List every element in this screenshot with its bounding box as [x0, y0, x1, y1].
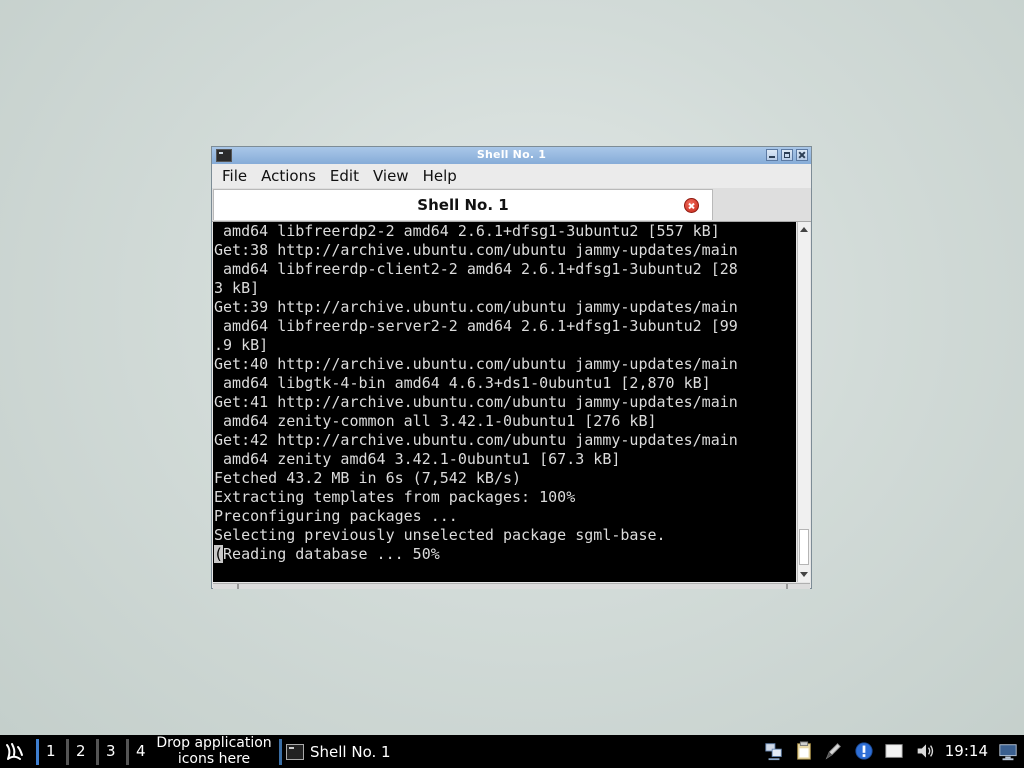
terminal-line: 3 kB]	[214, 279, 260, 297]
taskbar-task-shell-1[interactable]: Shell No. 1	[286, 739, 391, 765]
desktop-3-label: 3	[106, 742, 116, 760]
window-titlebar[interactable]: Shell No. 1	[212, 147, 811, 165]
terminal-line: Selecting previously unselected package …	[214, 526, 666, 544]
scroll-thumb[interactable]	[799, 529, 809, 565]
terminal-line: amd64 libfreerdp2-2 amd64 2.6.1+dfsg1-3u…	[214, 222, 720, 240]
menu-edit[interactable]: Edit	[323, 164, 366, 189]
terminal-task-icon	[286, 744, 304, 760]
scroll-down-arrow-icon[interactable]	[798, 568, 810, 581]
terminal-cursor: (	[214, 545, 224, 563]
terminal-line: Fetched 43.2 MB in 6s (7,542 kB/s)	[214, 469, 522, 487]
terminal-line: amd64 libfreerdp-server2-2 amd64 2.6.1+d…	[214, 317, 738, 335]
menubar: File Actions Edit View Help	[212, 164, 811, 189]
desktop-1-button[interactable]: 1	[36, 739, 64, 765]
launcher-drop-zone[interactable]: Drop application icons here	[150, 735, 278, 767]
vertical-scrollbar[interactable]	[797, 222, 810, 582]
menu-help[interactable]: Help	[416, 164, 464, 189]
scroll-up-arrow-icon[interactable]	[798, 223, 810, 236]
terminal-line: Get:41 http://archive.ubuntu.com/ubuntu …	[214, 393, 738, 411]
terminal-line: Extracting templates from packages: 100%	[214, 488, 576, 506]
terminal-output[interactable]: amd64 libfreerdp2-2 amd64 2.6.1+dfsg1-3u…	[213, 222, 796, 582]
desktop-2-label: 2	[76, 742, 86, 760]
tab-shell-1[interactable]: Shell No. 1	[213, 189, 713, 220]
terminal-line: Get:39 http://archive.ubuntu.com/ubuntu …	[214, 298, 738, 316]
terminal-current-text: Reading database ... 50%	[223, 545, 440, 563]
terminal-line: amd64 zenity amd64 3.42.1-0ubuntu1 [67.3…	[214, 450, 621, 468]
desktop-2-button[interactable]: 2	[66, 739, 94, 765]
tab-bar: Shell No. 1	[212, 188, 811, 222]
pen-icon[interactable]	[823, 741, 843, 761]
terminal-window[interactable]: Shell No. 1 File Actions Edit View Help …	[211, 146, 812, 589]
tab-close-icon[interactable]	[684, 198, 699, 213]
taskbar: 1 2 3 4 Drop application icons here Shel…	[0, 735, 1024, 768]
menu-view[interactable]: View	[366, 164, 416, 189]
terminal-line: amd64 libgtk-4-bin amd64 4.6.3+ds1-0ubun…	[214, 374, 711, 392]
terminal-line: amd64 zenity-common all 3.42.1-0ubuntu1 …	[214, 412, 657, 430]
maximize-button[interactable]	[781, 149, 793, 161]
terminal-line: Get:42 http://archive.ubuntu.com/ubuntu …	[214, 431, 738, 449]
blank-window-icon[interactable]	[884, 741, 904, 761]
taskbar-separator	[279, 739, 282, 765]
drop-text-line2: icons here	[177, 751, 251, 767]
close-window-button[interactable]	[796, 149, 808, 161]
terminal-line: .9 kB]	[214, 336, 269, 354]
clock[interactable]: 19:14	[945, 742, 988, 760]
task-label: Shell No. 1	[310, 743, 391, 761]
update-notifier-icon[interactable]	[854, 741, 874, 761]
display-icon[interactable]	[998, 742, 1018, 762]
start-menu-icon[interactable]	[2, 739, 28, 765]
drop-text-line1: Drop application	[156, 735, 272, 751]
terminal-line: amd64 libfreerdp-client2-2 amd64 2.6.1+d…	[214, 260, 738, 278]
tab-label: Shell No. 1	[417, 196, 509, 214]
menu-file[interactable]: File	[215, 164, 254, 189]
clipboard-icon[interactable]	[794, 741, 814, 761]
window-title: Shell No. 1	[476, 148, 547, 161]
terminal-line: Get:38 http://archive.ubuntu.com/ubuntu …	[214, 241, 738, 259]
terminal-current-line: (Reading database ... 50%	[214, 545, 796, 564]
minimize-button[interactable]	[766, 149, 778, 161]
terminal-line: Get:40 http://archive.ubuntu.com/ubuntu …	[214, 355, 738, 373]
network-icon[interactable]	[764, 741, 784, 761]
desktop-4-label: 4	[136, 742, 146, 760]
volume-icon[interactable]	[916, 741, 936, 761]
desktop-3-button[interactable]: 3	[96, 739, 124, 765]
desktop-1-label: 1	[46, 742, 56, 760]
terminal-line: Preconfiguring packages ...	[214, 507, 458, 525]
window-bottom-edge	[213, 583, 810, 589]
menu-actions[interactable]: Actions	[254, 164, 323, 189]
